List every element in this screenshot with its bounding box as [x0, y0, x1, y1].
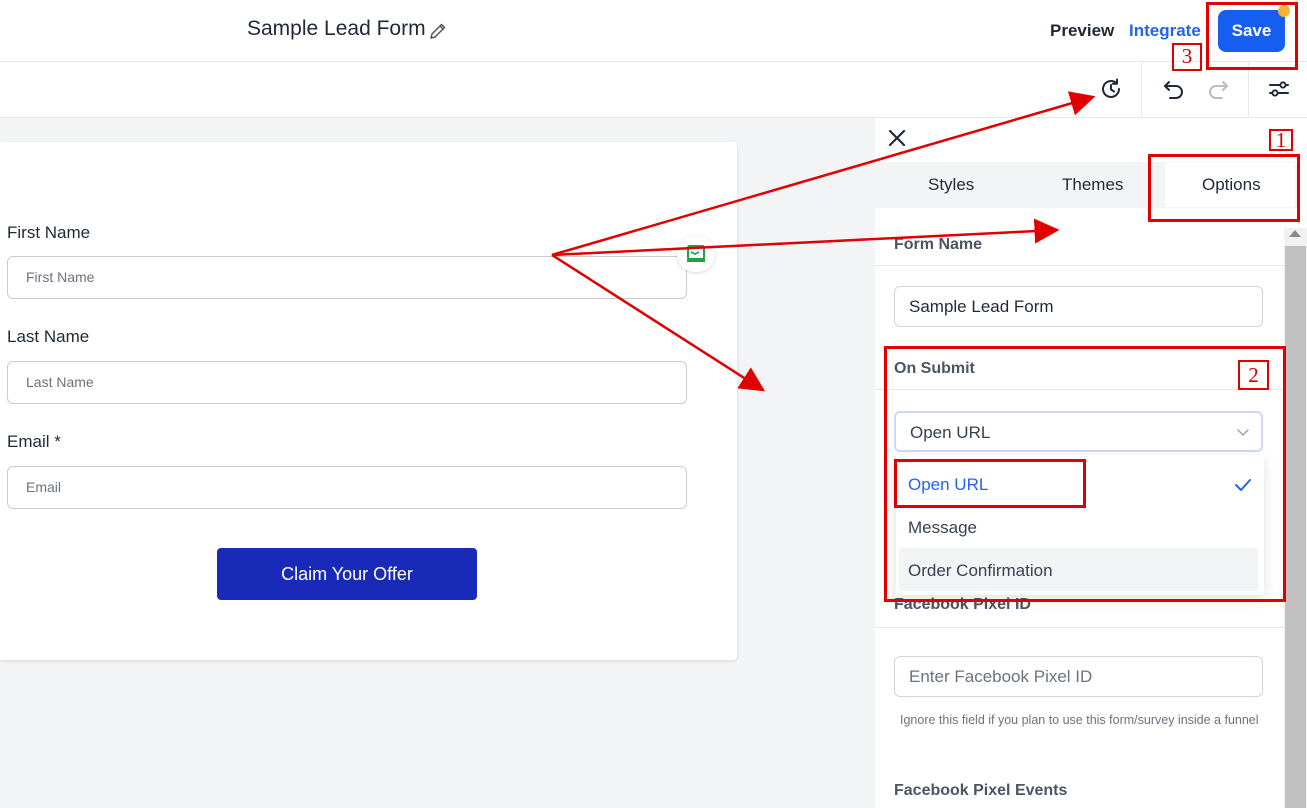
undo-icon[interactable]: [1161, 76, 1187, 102]
fb-pixel-input[interactable]: Enter Facebook Pixel ID: [894, 656, 1263, 697]
first-name-label: First Name: [7, 223, 91, 242]
tab-styles[interactable]: Styles: [928, 175, 974, 195]
annotation-number-3: 3: [1181, 44, 1193, 68]
preview-button[interactable]: Preview: [1050, 21, 1114, 41]
fb-events-label: Facebook Pixel Events: [894, 782, 1068, 799]
annotation-box-open-url: [894, 459, 1086, 508]
first-name-input[interactable]: First Name: [7, 256, 687, 299]
annotation-box-save: [1206, 2, 1298, 70]
redo-icon[interactable]: [1205, 76, 1231, 102]
annotation-number-1: 1: [1275, 128, 1287, 152]
history-icon[interactable]: [1098, 76, 1124, 102]
toolbar-divider: [1141, 62, 1142, 118]
section-divider: [875, 265, 1284, 266]
email-label: Email *: [7, 432, 61, 451]
form-title: Sample Lead Form: [247, 17, 426, 40]
claim-offer-button[interactable]: Claim Your Offer: [217, 548, 477, 600]
fb-pixel-help-text: Ignore this field if you plan to use thi…: [900, 713, 1259, 727]
last-name-label: Last Name: [7, 327, 90, 346]
section-divider: [875, 627, 1284, 628]
chat-widget-button[interactable]: [677, 236, 715, 272]
chat-widget-icon: [687, 245, 705, 262]
panel-scrollbar-thumb[interactable]: [1285, 246, 1306, 808]
toolbar-divider: [1248, 62, 1249, 118]
last-name-input[interactable]: Last Name: [7, 361, 687, 404]
close-icon[interactable]: [886, 127, 908, 149]
form-name-label: Form Name: [894, 236, 983, 253]
integrate-button[interactable]: Integrate: [1129, 21, 1201, 41]
form-name-input[interactable]: Sample Lead Form: [894, 286, 1263, 327]
tab-themes[interactable]: Themes: [1062, 175, 1123, 195]
settings-sliders-icon[interactable]: [1266, 76, 1292, 102]
scroll-up-icon[interactable]: [1289, 230, 1301, 237]
pencil-icon[interactable]: [428, 21, 448, 41]
annotation-number-2: 2: [1248, 363, 1259, 387]
annotation-box-options-tab: [1148, 154, 1300, 222]
email-input[interactable]: Email: [7, 466, 687, 509]
